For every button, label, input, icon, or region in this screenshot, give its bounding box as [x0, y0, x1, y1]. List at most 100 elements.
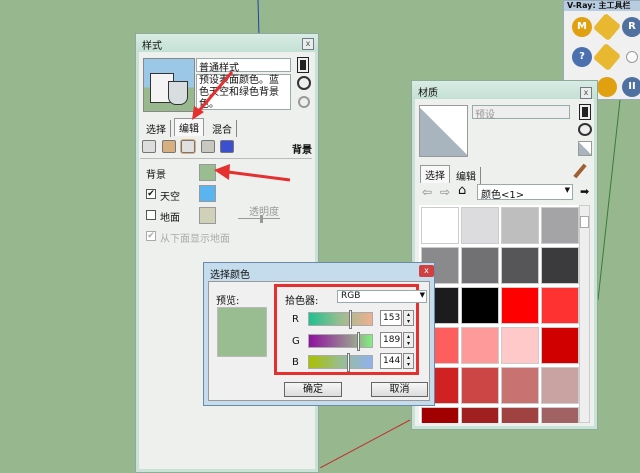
- picker-label: 拾色器:: [285, 296, 319, 307]
- home-icon[interactable]: ⌂: [458, 183, 466, 198]
- target-button[interactable]: [597, 77, 617, 97]
- styles-panel: 样式 x 普通样式 预设表面颜色。蓝色天空和绿色背景色。 选择 编辑 混合 背景…: [135, 33, 319, 473]
- red-value-input[interactable]: 153: [380, 310, 402, 326]
- sky-label: 天空: [160, 192, 180, 203]
- color-dialog-title: 选择颜色: [210, 270, 250, 281]
- material-swatch[interactable]: [501, 287, 539, 324]
- paint-default-icon[interactable]: [578, 123, 592, 136]
- style-name-field[interactable]: 普通样式: [196, 58, 291, 74]
- style-description-field[interactable]: 预设表面颜色。蓝色天空和绿色背景色。: [196, 74, 291, 110]
- picker-mode-value: RGB: [341, 291, 361, 301]
- details-arrow-icon[interactable]: ➡: [580, 185, 589, 198]
- close-button[interactable]: x: [419, 265, 434, 277]
- close-icon[interactable]: x: [580, 87, 592, 99]
- material-swatch[interactable]: [541, 247, 579, 284]
- green-slider[interactable]: [308, 332, 373, 351]
- edge-settings-icon[interactable]: [142, 140, 156, 153]
- blue-value-input[interactable]: 144: [380, 353, 402, 369]
- chevron-down-icon: ▼: [419, 291, 425, 299]
- create-material-icon[interactable]: [579, 104, 591, 120]
- preview-swatch: [217, 307, 267, 357]
- divider: [140, 158, 312, 159]
- red-slider[interactable]: [308, 310, 373, 329]
- material-swatch[interactable]: [501, 207, 539, 244]
- materials-title: 材质: [412, 81, 597, 99]
- show-ground-below-checkbox[interactable]: ✔: [146, 231, 156, 241]
- collection-dropdown[interactable]: 颜色<1> ▼: [477, 184, 573, 201]
- background-color-swatch[interactable]: [199, 164, 216, 181]
- tab-select[interactable]: 选择: [142, 120, 171, 137]
- section-label: 背景: [292, 145, 312, 156]
- close-icon[interactable]: x: [302, 38, 314, 50]
- ground-checkbox[interactable]: [146, 210, 156, 220]
- material-swatch[interactable]: [501, 407, 539, 423]
- channel-b-label: B: [292, 357, 299, 368]
- light-button[interactable]: [626, 51, 638, 63]
- tab-edit[interactable]: 编辑: [174, 118, 204, 136]
- tag-button[interactable]: [592, 42, 622, 72]
- material-swatch[interactable]: [541, 287, 579, 324]
- material-swatch-grid: [419, 205, 579, 423]
- green-value-input[interactable]: 189: [380, 332, 402, 348]
- material-swatch[interactable]: [421, 207, 459, 244]
- ok-button[interactable]: 确定: [284, 382, 342, 397]
- modeling-settings-icon[interactable]: [220, 140, 234, 153]
- watermark-settings-icon[interactable]: [201, 140, 215, 153]
- face-settings-icon[interactable]: [162, 140, 176, 153]
- material-swatch[interactable]: [501, 367, 539, 404]
- tab-edit[interactable]: 编辑: [452, 167, 481, 184]
- ground-label: 地面: [160, 213, 180, 224]
- material-swatch[interactable]: [541, 207, 579, 244]
- sky-checkbox[interactable]: ✔: [146, 189, 156, 199]
- update-style-icon[interactable]: [297, 57, 309, 73]
- material-swatch[interactable]: [461, 407, 499, 423]
- green-spinner[interactable]: ▴ ▾: [403, 332, 414, 348]
- forward-icon[interactable]: ⇨: [440, 185, 450, 199]
- material-swatch[interactable]: [461, 247, 499, 284]
- material-swatch[interactable]: [501, 327, 539, 364]
- material-swatch[interactable]: [461, 327, 499, 364]
- blue-spinner[interactable]: ▴ ▾: [403, 353, 414, 369]
- transparency-slider[interactable]: [238, 215, 280, 223]
- channel-r-label: R: [292, 314, 299, 325]
- material-swatch[interactable]: [421, 407, 459, 423]
- background-settings-icon[interactable]: [180, 139, 196, 154]
- blue-slider[interactable]: [308, 353, 373, 372]
- sky-color-swatch[interactable]: [199, 185, 216, 202]
- vray-toolbar-title: V-Ray: 主工具栏: [564, 1, 640, 11]
- material-swatch[interactable]: [541, 367, 579, 404]
- material-swatch[interactable]: [501, 247, 539, 284]
- tab-mix[interactable]: 混合: [208, 120, 237, 137]
- help-button[interactable]: ?: [572, 47, 592, 67]
- material-swatch[interactable]: [461, 287, 499, 324]
- display-secondary-icon[interactable]: [578, 141, 592, 156]
- background-label: 背景: [146, 170, 166, 181]
- styles-title: 样式: [136, 34, 318, 52]
- material-editor-button[interactable]: M: [572, 17, 592, 37]
- back-icon[interactable]: ⇦: [422, 185, 432, 199]
- material-swatch[interactable]: [461, 207, 499, 244]
- collection-value: 颜色<1>: [481, 190, 525, 201]
- materials-panel: 材质 x 预设 选择 编辑 ⇦ ⇨ ⌂ 颜色<1> ▼ ➡: [411, 80, 598, 430]
- show-ground-below-label: 从下面显示地面: [160, 234, 230, 245]
- eyedropper-icon[interactable]: [573, 163, 587, 179]
- material-swatch[interactable]: [541, 327, 579, 364]
- chevron-down-icon: ▼: [564, 186, 570, 194]
- material-swatch[interactable]: [541, 407, 579, 423]
- scrollbar[interactable]: [579, 205, 590, 423]
- create-style-icon[interactable]: [297, 76, 311, 90]
- picker-mode-dropdown[interactable]: RGB ▼: [337, 290, 427, 303]
- render-button[interactable]: R: [622, 17, 640, 37]
- tab-select[interactable]: 选择: [420, 165, 450, 183]
- channel-g-label: G: [292, 336, 300, 347]
- pause-button[interactable]: II: [622, 77, 640, 97]
- style-thumbnail: [143, 58, 195, 112]
- material-swatch[interactable]: [461, 367, 499, 404]
- red-spinner[interactable]: ▴ ▾: [403, 310, 414, 326]
- render-tag-button[interactable]: [592, 12, 622, 42]
- color-dialog: 选择颜色 x 预览: 拾色器: RGB ▼ R 153 ▴ ▾ G 189 ▴ ▾ B…: [203, 262, 435, 406]
- cancel-button[interactable]: 取消: [371, 382, 428, 397]
- material-name-field[interactable]: 预设: [472, 105, 570, 121]
- ground-color-swatch[interactable]: [199, 207, 216, 224]
- refresh-icon[interactable]: [298, 96, 310, 108]
